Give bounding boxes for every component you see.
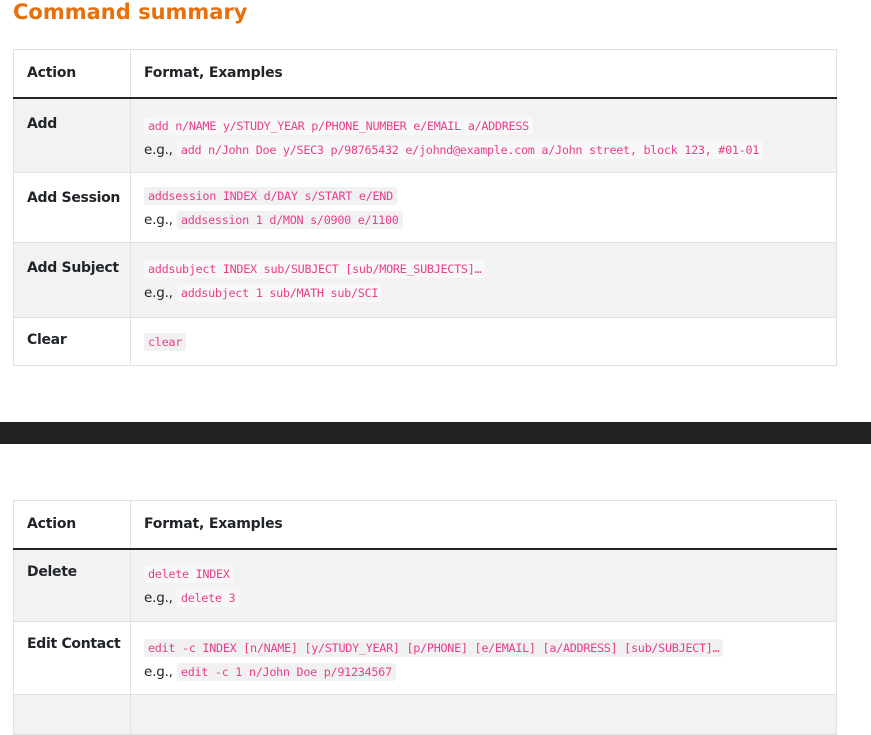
format-cell: addsubject INDEX sub/SUBJECT [sub/MORE_S… xyxy=(130,242,837,318)
format-cell: delete INDEX e.g., delete 3 xyxy=(130,548,837,622)
format-code: addsession INDEX d/DAY s/START e/END xyxy=(144,187,397,205)
action-cell: Add Session xyxy=(13,172,131,243)
header-format: Format, Examples xyxy=(130,500,837,550)
format-code: addsubject INDEX sub/SUBJECT [sub/MORE_S… xyxy=(144,260,486,278)
header-format: Format, Examples xyxy=(130,49,837,99)
header-action: Action xyxy=(13,500,131,550)
command-summary-table-continued: Action Format, Examples Delete delete IN… xyxy=(13,500,837,735)
format-cell: clear xyxy=(130,317,837,366)
page-title: Command summary xyxy=(13,0,248,24)
action-cell: Edit Contact xyxy=(13,621,131,695)
action-cell: Add xyxy=(13,97,131,173)
format-code: clear xyxy=(144,333,187,351)
eg-label: e.g., xyxy=(144,141,173,158)
table-row xyxy=(13,694,837,735)
table-header-row: Action Format, Examples xyxy=(13,500,837,550)
eg-label: e.g., xyxy=(144,285,173,301)
eg-label: e.g., xyxy=(144,664,173,680)
table-header-row: Action Format, Examples xyxy=(13,49,837,99)
example-code: add n/John Doe y/SEC3 p/98765432 e/johnd… xyxy=(176,140,764,159)
table-row: Edit Contact edit -c INDEX [n/NAME] [y/S… xyxy=(13,621,837,695)
action-cell: Clear xyxy=(13,317,131,366)
table-row: Add add n/NAME y/STUDY_YEAR p/PHONE_NUMB… xyxy=(13,97,837,173)
eg-label: e.g., xyxy=(144,212,173,228)
action-cell: Add Subject xyxy=(13,242,131,318)
page-divider-bar xyxy=(0,422,871,444)
table-row: Add Session addsession INDEX d/DAY s/STA… xyxy=(13,172,837,243)
format-cell: addsession INDEX d/DAY s/START e/END e.g… xyxy=(130,172,837,243)
action-cell: Delete xyxy=(13,548,131,622)
action-cell xyxy=(13,694,131,735)
table-row: Clear clear xyxy=(13,317,837,366)
example-code: edit -c 1 n/John Doe p/91234567 xyxy=(176,663,396,681)
table-row: Add Subject addsubject INDEX sub/SUBJECT… xyxy=(13,242,837,318)
format-code: edit -c INDEX [n/NAME] [y/STUDY_YEAR] [p… xyxy=(144,639,724,657)
format-cell: add n/NAME y/STUDY_YEAR p/PHONE_NUMBER e… xyxy=(130,97,837,173)
format-cell xyxy=(130,694,837,735)
format-cell: edit -c INDEX [n/NAME] [y/STUDY_YEAR] [p… xyxy=(130,621,837,695)
example-code: addsubject 1 sub/MATH sub/SCI xyxy=(176,284,383,302)
eg-label: e.g., xyxy=(144,589,173,606)
example-code: delete 3 xyxy=(176,588,240,607)
command-summary-table: Action Format, Examples Add add n/NAME y… xyxy=(13,49,837,366)
format-code: delete INDEX xyxy=(144,564,234,583)
table-row: Delete delete INDEX e.g., delete 3 xyxy=(13,548,837,622)
format-code: add n/NAME y/STUDY_YEAR p/PHONE_NUMBER e… xyxy=(144,116,533,135)
header-action: Action xyxy=(13,49,131,99)
example-code: addsession 1 d/MON s/0900 e/1100 xyxy=(176,211,403,229)
